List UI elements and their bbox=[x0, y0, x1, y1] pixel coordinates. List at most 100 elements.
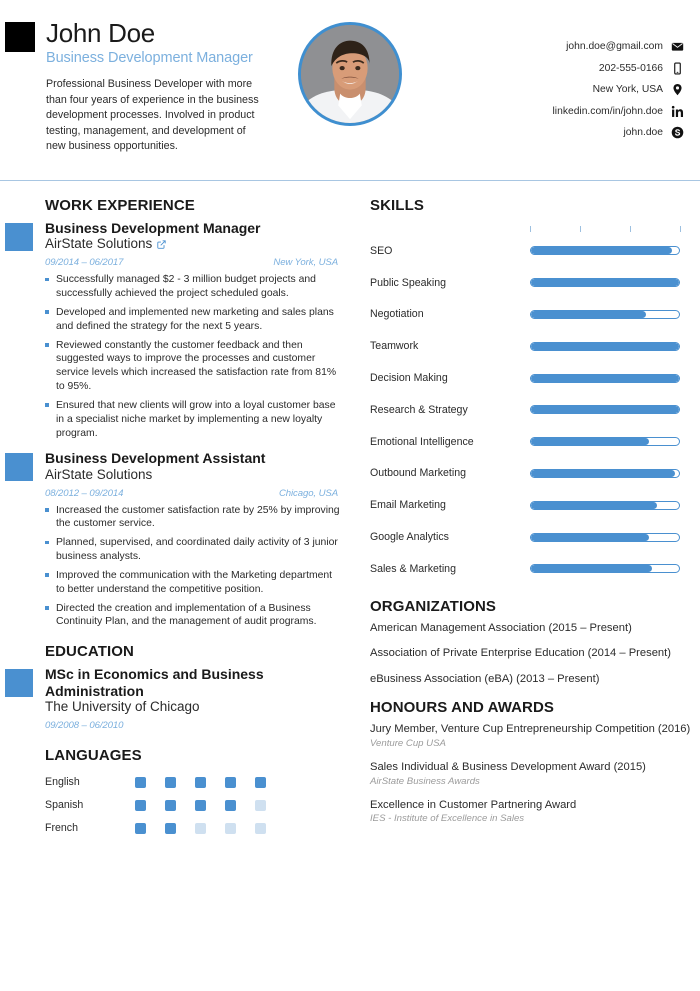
honours-section: HONOURS AND AWARDS Jury Member, Venture … bbox=[370, 699, 700, 824]
honour-issuer: IES - Institute of Excellence in Sales bbox=[370, 813, 525, 825]
work-company: AirState Solutions bbox=[45, 236, 360, 253]
bullet-item: Successfully managed $2 - 3 million budg… bbox=[45, 273, 360, 301]
phone-icon bbox=[671, 61, 684, 75]
honour-item: Excellence in Customer Partnering Award … bbox=[370, 798, 700, 825]
bullet-item: Reviewed constantly the customer feedbac… bbox=[45, 339, 360, 394]
contact-location-text: New York, USA bbox=[592, 84, 663, 95]
education-degree: MSc in Economics and Business Administra… bbox=[45, 666, 264, 699]
skype-icon bbox=[671, 126, 684, 139]
language-row: Spanish bbox=[45, 794, 360, 817]
contact-list: john.doe@gmail.com 202-555-0166 New York… bbox=[410, 20, 686, 180]
skill-bar bbox=[530, 468, 680, 478]
scale-tick bbox=[579, 226, 581, 232]
candidate-name: John Doe bbox=[46, 18, 155, 48]
skill-row: Negotiation bbox=[370, 299, 700, 331]
skill-name: Emotional Intelligence bbox=[370, 435, 474, 448]
work-bullets: Increased the customer satisfaction rate… bbox=[45, 504, 360, 630]
level-dot bbox=[165, 799, 176, 811]
work-dates: 08/2012 – 09/2014 bbox=[45, 487, 124, 499]
skill-bar bbox=[530, 500, 680, 510]
work-company: AirState Solutions bbox=[45, 467, 360, 484]
language-name: English bbox=[45, 776, 80, 789]
external-link-icon[interactable] bbox=[157, 240, 166, 250]
scale-tick bbox=[680, 226, 681, 232]
blue-accent-square bbox=[5, 223, 33, 251]
contact-item-phone[interactable]: 202-555-0166 bbox=[598, 61, 684, 75]
language-row: English bbox=[45, 771, 360, 794]
skill-bar bbox=[530, 564, 680, 574]
portrait-photo-icon bbox=[301, 25, 399, 123]
blue-accent-square bbox=[5, 453, 33, 482]
skill-row: Teamwork bbox=[370, 330, 700, 362]
skill-bar-fill bbox=[531, 247, 672, 255]
contact-item-skype[interactable]: john.doe bbox=[623, 126, 684, 139]
skill-bar bbox=[530, 341, 680, 351]
skill-name: Google Analytics bbox=[370, 531, 449, 544]
contact-item-linkedin[interactable]: linkedin.com/in/john.doe bbox=[553, 105, 684, 118]
section-title-honours: HONOURS AND AWARDS bbox=[370, 699, 555, 717]
skill-name: Outbound Marketing bbox=[370, 467, 466, 480]
candidate-job-title: Business Development Manager bbox=[46, 50, 253, 67]
skill-name: Negotiation bbox=[370, 308, 424, 321]
body-columns: WORK EXPERIENCE Business Development Man… bbox=[0, 180, 700, 840]
header-divider bbox=[0, 180, 700, 181]
contact-phone-text: 202-555-0166 bbox=[598, 62, 663, 74]
skill-bar bbox=[530, 309, 680, 319]
honour-name: Jury Member, Venture Cup Entrepreneurshi… bbox=[370, 723, 691, 736]
scale-tick bbox=[530, 226, 531, 232]
level-dot bbox=[135, 799, 146, 811]
languages-section: LANGUAGES English Spanish French bbox=[5, 747, 360, 840]
language-name: French bbox=[45, 822, 78, 835]
level-dot bbox=[195, 822, 206, 834]
skill-bar-fill bbox=[531, 279, 679, 287]
skill-bar bbox=[530, 405, 680, 415]
contact-item-location[interactable]: New York, USA bbox=[593, 83, 684, 96]
work-meta: 08/2012 – 09/2014 Chicago, USA bbox=[45, 488, 360, 499]
level-dot bbox=[255, 822, 266, 834]
section-title-languages: LANGUAGES bbox=[45, 746, 142, 764]
candidate-summary: Professional Business Developer with mor… bbox=[46, 78, 259, 153]
header: John Doe Business Development Manager Pr… bbox=[0, 0, 700, 180]
bullet-item: Planned, supervised, and coordinated dai… bbox=[45, 536, 360, 564]
skill-row: Research & Strategy bbox=[370, 394, 700, 426]
language-level-dots bbox=[135, 799, 266, 811]
level-dot bbox=[255, 799, 266, 811]
right-column: SKILLS SEO Public Speaking Negotiation T… bbox=[360, 197, 700, 840]
skill-bar-fill bbox=[531, 565, 653, 573]
education-dates: 09/2008 – 06/2010 bbox=[45, 719, 124, 731]
honour-item: Sales Individual & Business Development … bbox=[370, 760, 700, 787]
skill-name: Teamwork bbox=[370, 340, 419, 353]
honour-name: Excellence in Customer Partnering Award bbox=[370, 798, 577, 811]
bullet-item: Directed the creation and implementation… bbox=[45, 602, 360, 630]
skill-bar-fill bbox=[531, 438, 650, 446]
skill-row: Sales & Marketing bbox=[370, 553, 700, 585]
level-dot bbox=[225, 776, 236, 788]
skill-bar-fill bbox=[531, 469, 675, 477]
skill-name: Email Marketing bbox=[370, 499, 446, 512]
contact-item-email[interactable]: john.doe@gmail.com bbox=[566, 40, 684, 53]
skill-bar-fill bbox=[531, 501, 657, 509]
contact-email-text: john.doe@gmail.com bbox=[566, 41, 663, 52]
language-row: French bbox=[45, 817, 360, 840]
skill-row: Google Analytics bbox=[370, 521, 700, 553]
work-role: Business Development Assistant bbox=[45, 450, 266, 467]
skill-row: Public Speaking bbox=[370, 267, 700, 299]
section-title-work-experience: WORK EXPERIENCE bbox=[45, 197, 195, 214]
left-column: WORK EXPERIENCE Business Development Man… bbox=[0, 197, 360, 840]
skill-bar-fill bbox=[531, 310, 647, 318]
skill-bar bbox=[530, 373, 680, 383]
work-bullets: Successfully managed $2 - 3 million budg… bbox=[45, 273, 360, 440]
organization-name: eBusiness Association (eBA) (2013 – Pres… bbox=[370, 672, 600, 685]
work-entry: Business Development Manager AirState So… bbox=[5, 220, 360, 440]
location-pin-icon bbox=[671, 83, 684, 96]
skill-bar bbox=[530, 532, 680, 542]
level-dot bbox=[195, 799, 206, 811]
skill-name: Research & Strategy bbox=[370, 403, 468, 416]
honour-item: Jury Member, Venture Cup Entrepreneurshi… bbox=[370, 722, 700, 749]
skill-bar-fill bbox=[531, 533, 650, 541]
section-title-organizations: ORGANIZATIONS bbox=[370, 597, 497, 615]
language-level-dots bbox=[135, 822, 266, 834]
black-accent-square bbox=[5, 22, 35, 52]
level-dot bbox=[135, 822, 146, 834]
avatar bbox=[298, 22, 402, 126]
